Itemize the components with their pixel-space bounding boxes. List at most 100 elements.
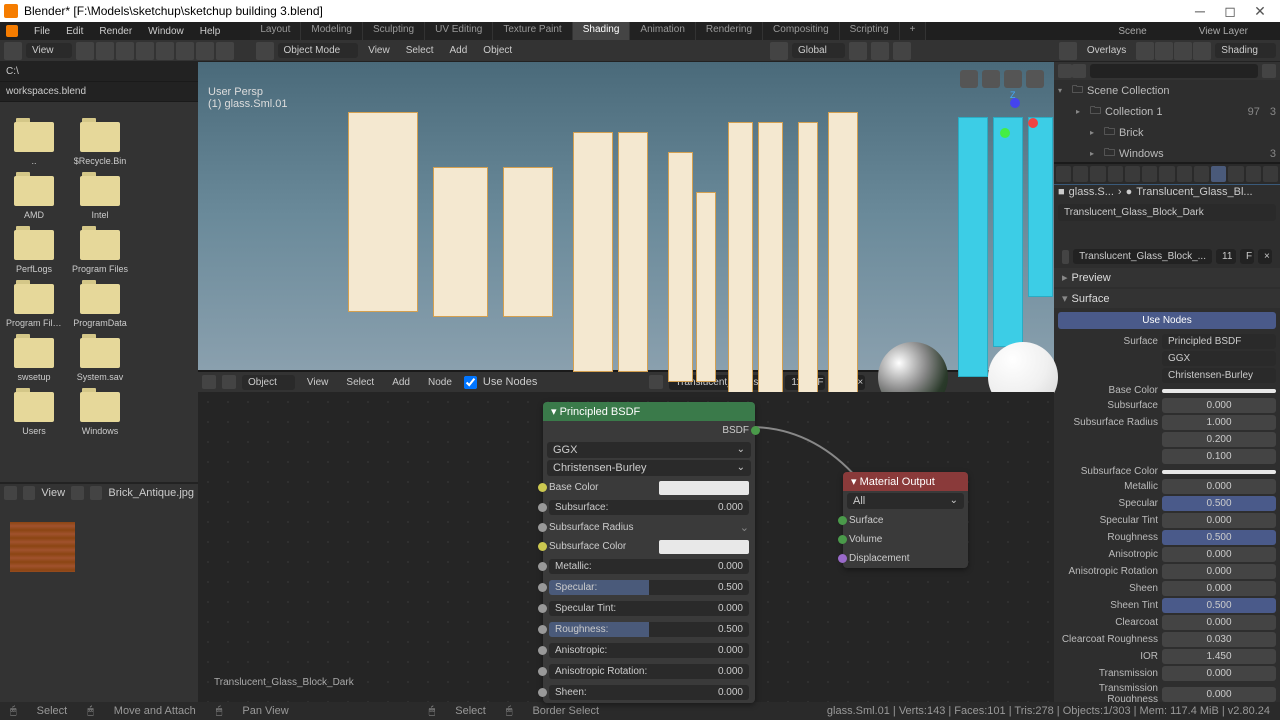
use-nodes-checkbox[interactable] [464,376,477,389]
node-input-row[interactable]: Sheen:0.000 [543,682,755,703]
prop-tab[interactable] [1263,166,1278,182]
prop-tab[interactable] [1073,166,1088,182]
tb-icon[interactable] [196,42,214,60]
material-unlink[interactable]: × [1258,249,1272,264]
menu-help[interactable]: Help [194,26,227,37]
workspace-tab-+[interactable]: + [900,22,927,40]
gizmo-button[interactable] [1004,70,1022,88]
material-fake-user[interactable]: F [1240,249,1254,264]
node-input-row[interactable]: Anisotropic:0.000 [543,640,755,661]
mode-icon[interactable] [256,42,274,60]
node-input-row[interactable]: Subsurface:0.000 [543,497,755,518]
folder-item[interactable]: Windows [72,392,128,436]
menu-window[interactable]: Window [142,26,190,37]
outliner-item[interactable]: ▸🗀Brick [1054,122,1280,143]
surface-section[interactable]: ▾Surface [1054,289,1280,308]
outliner-item[interactable]: ▸🗀Collection 1973 [1054,101,1280,122]
folder-item[interactable]: PerfLogs [6,230,62,274]
workspace-tab-shading[interactable]: Shading [573,22,631,40]
property-row[interactable]: Metallic0.000 [1054,478,1280,495]
folder-item[interactable]: ProgramData [72,284,128,328]
property-row[interactable]: Sheen0.000 [1054,580,1280,597]
orientation-icon[interactable] [770,42,788,60]
property-row[interactable]: Sheen Tint0.500 [1054,597,1280,614]
tb-icon[interactable] [176,42,194,60]
navigation-gizmo[interactable]: Z [990,98,1040,148]
editor-type-icon[interactable] [4,42,22,60]
material-users-count[interactable]: 11 [1216,249,1236,264]
node-shader-type-icon[interactable] [222,375,236,389]
node-input-row[interactable]: Metallic:0.000 [543,556,755,577]
tb-icon[interactable] [136,42,154,60]
image-editor-icon[interactable] [4,486,17,500]
property-row[interactable]: Subsurface Radius1.000 [1054,414,1280,431]
property-row[interactable]: Anisotropic0.000 [1054,546,1280,563]
property-row[interactable]: Specular Tint0.000 [1054,512,1280,529]
workspace-tab-modeling[interactable]: Modeling [301,22,363,40]
distribution-dropdown[interactable]: GGX [1162,351,1276,366]
scene-dropdown[interactable]: Scene [1118,26,1146,37]
viewlayer-dropdown[interactable]: View Layer [1199,26,1248,37]
orientation-dropdown[interactable]: Global [792,43,845,58]
property-row[interactable]: Clearcoat0.000 [1054,614,1280,631]
prop-tab-material[interactable] [1211,166,1226,182]
property-row[interactable]: Roughness0.500 [1054,529,1280,546]
pivot-icon[interactable] [871,42,889,60]
tb-icon[interactable] [96,42,114,60]
sss-method-dropdown[interactable]: Christensen-Burley [1162,368,1276,383]
outliner-type-icon[interactable] [1058,64,1072,78]
node-input-row[interactable]: Specular Tint:0.000 [543,598,755,619]
folder-item[interactable]: $Recycle.Bin [72,122,128,166]
workspace-tab-sculpting[interactable]: Sculpting [363,22,425,40]
workspace-tab-animation[interactable]: Animation [630,22,695,40]
minimize-button[interactable]: ─ [1192,3,1208,19]
property-row[interactable]: Subsurface Color [1054,465,1280,478]
node-object-dropdown[interactable]: Object [242,375,295,390]
mode-dropdown[interactable]: Object Mode [278,43,359,58]
surface-shader-dropdown[interactable]: Principled BSDF [1162,334,1276,349]
tb-icon[interactable] [156,42,174,60]
outliner-display-icon[interactable] [1072,64,1086,78]
tb-icon[interactable] [76,42,94,60]
prop-tab[interactable] [1090,166,1105,182]
prop-tab[interactable] [1108,166,1123,182]
shading-lookdev-icon[interactable] [1174,42,1192,60]
folder-item[interactable]: Users [6,392,62,436]
property-row[interactable]: Base Color [1054,384,1280,397]
prop-tab[interactable] [1228,166,1243,182]
property-row[interactable]: Anisotropic Rotation0.000 [1054,563,1280,580]
3d-viewport[interactable]: User Persp (1) glass.Sml.01 [198,62,1054,370]
prop-tab[interactable] [1194,166,1209,182]
node-input-row[interactable]: Base Color [543,478,755,497]
image-slot-icon[interactable] [71,486,84,500]
material-name-field[interactable]: Translucent_Glass_Block_... [1073,249,1212,264]
sss-method-dropdown[interactable]: Christensen-Burley⌄ [547,460,751,476]
property-row[interactable]: Clearcoat Roughness0.030 [1054,631,1280,648]
workspace-tab-compositing[interactable]: Compositing [763,22,840,40]
close-button[interactable]: ✕ [1252,3,1268,19]
outliner-item[interactable]: ▸🗀Windows3 [1054,143,1280,164]
snap-icon[interactable] [849,42,867,60]
maximize-button[interactable]: ◻ [1222,3,1238,19]
folder-item[interactable]: swsetup [6,338,62,382]
folder-item[interactable]: Program Files.. [6,284,62,328]
vp-select-menu[interactable]: Select [400,45,440,56]
property-row[interactable]: 0.200 [1054,431,1280,448]
menu-file[interactable]: File [28,26,56,37]
node-title[interactable]: ▾ Material Output [843,472,968,491]
material-browse-icon[interactable] [649,375,663,389]
property-row[interactable]: IOR1.450 [1054,648,1280,665]
output-target-dropdown[interactable]: All⌄ [847,493,964,509]
gizmo-button[interactable] [1026,70,1044,88]
material-slot[interactable]: Translucent_Glass_Block_Dark [1058,204,1276,221]
principled-bsdf-node[interactable]: ▾ Principled BSDF BSDF GGX⌄ Christensen-… [543,402,755,703]
node-input-row[interactable]: Roughness:0.500 [543,619,755,640]
prop-tab[interactable] [1159,166,1174,182]
file-browser-filename[interactable]: workspaces.blend [0,82,198,102]
outliner-root[interactable]: ▾🗀Scene Collection [1054,80,1280,101]
distribution-dropdown[interactable]: GGX⌄ [547,442,751,458]
menu-render[interactable]: Render [93,26,138,37]
workspace-tab-rendering[interactable]: Rendering [696,22,763,40]
node-input-row[interactable]: Anisotropic Rotation:0.000 [543,661,755,682]
folder-item[interactable]: System.sav [72,338,128,382]
